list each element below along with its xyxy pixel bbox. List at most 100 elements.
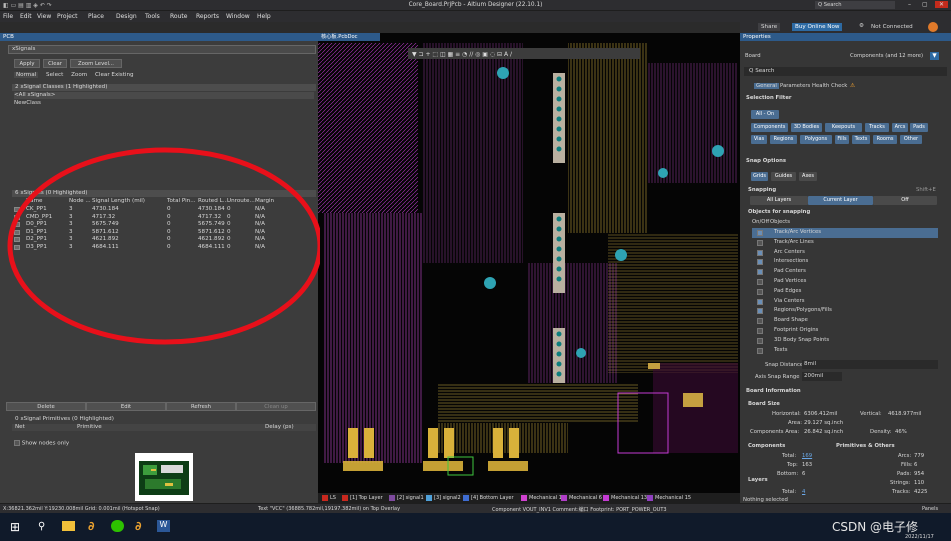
pcb-canvas[interactable]: ▼ ⊐ + ⬚ ◫ ▦ ≡ ◔ ∕∕ ◎ ▣ ◌ ⊟ A ∕: [318, 33, 740, 493]
menu-route[interactable]: Route: [170, 13, 187, 20]
snap-item[interactable]: Board Shape: [752, 316, 938, 326]
menu-edit[interactable]: Edit: [20, 13, 32, 20]
col-primitive[interactable]: Primitive: [77, 424, 102, 430]
components-filter-dropdown[interactable]: Components (and 12 more): [850, 53, 923, 59]
word-icon[interactable]: W: [157, 520, 170, 532]
snap-item[interactable]: Pad Edges: [752, 287, 938, 297]
minimize-icon[interactable]: –: [908, 1, 911, 8]
snap-off[interactable]: Off: [873, 196, 937, 205]
mode-select[interactable]: xSignals: [8, 45, 316, 54]
col-delay[interactable]: Delay (ps): [265, 424, 294, 430]
all-on-button[interactable]: All - On: [751, 110, 779, 119]
checkbox-box[interactable]: [14, 440, 20, 446]
wechat-icon[interactable]: [111, 520, 124, 532]
board-minimap[interactable]: [135, 453, 193, 501]
zoom-level-button[interactable]: Zoom Level...: [70, 59, 122, 68]
panels-button[interactable]: Panels: [922, 506, 938, 512]
filter-regions[interactable]: Regions: [770, 135, 797, 144]
snap-checkbox[interactable]: [757, 308, 763, 315]
tab-health-check[interactable]: Health Check: [812, 83, 847, 89]
properties-search[interactable]: Q Search: [744, 67, 947, 76]
snap-distance-input[interactable]: 8mil: [802, 360, 938, 369]
layers-total-link[interactable]: 4: [802, 489, 805, 495]
snap-checkbox[interactable]: [757, 288, 763, 295]
tab-parameters[interactable]: Parameters: [780, 83, 810, 89]
share-button[interactable]: Share: [758, 23, 781, 31]
filter-other[interactable]: Other: [900, 135, 922, 144]
snap-checkbox[interactable]: [757, 328, 763, 334]
snap-tab-guides[interactable]: Guides: [771, 172, 796, 181]
layer-tab[interactable]: Mechanical 6: [561, 494, 602, 502]
cleanup-button[interactable]: Clean up: [236, 402, 316, 411]
snap-checkbox[interactable]: [757, 249, 763, 256]
filter-icon[interactable]: ▼: [930, 52, 939, 60]
close-icon[interactable]: ✕: [935, 1, 949, 8]
menu-reports[interactable]: Reports: [196, 13, 219, 20]
menu-file[interactable]: File: [3, 13, 13, 20]
filter-vias[interactable]: Vias: [751, 135, 767, 144]
snap-all-layers[interactable]: All Layers: [750, 196, 808, 205]
snap-item[interactable]: Via Centers: [752, 297, 938, 307]
select-checkbox[interactable]: Select: [46, 72, 63, 78]
filter-fills[interactable]: Fills: [835, 135, 849, 144]
gear-icon[interactable]: ⚙: [859, 23, 864, 29]
pcb-layout-graphic[interactable]: ▼ ⊐ + ⬚ ◫ ▦ ≡ ◔ ∕∕ ◎ ▣ ◌ ⊟ A ∕: [318, 33, 740, 493]
zoom-checkbox[interactable]: Zoom: [71, 72, 87, 78]
snap-checkbox[interactable]: [757, 230, 763, 236]
layer-tab[interactable]: [4] Bottom Layer: [463, 494, 514, 502]
snap-tab-grids[interactable]: Grids: [751, 172, 768, 181]
snap-item[interactable]: Texts: [752, 346, 938, 356]
snap-checkbox[interactable]: [757, 269, 763, 276]
windows-start-icon[interactable]: ⊞: [10, 520, 20, 534]
apply-button[interactable]: Apply: [14, 59, 40, 68]
snap-checkbox[interactable]: [757, 239, 763, 246]
filter-pads[interactable]: Pads: [910, 123, 928, 132]
snap-checkbox[interactable]: [757, 337, 763, 344]
snap-item[interactable]: Footprint Origins: [752, 326, 938, 336]
snap-checkbox[interactable]: [757, 298, 763, 305]
filter-tracks[interactable]: Tracks: [865, 123, 889, 132]
tab-general[interactable]: General: [754, 83, 779, 89]
snap-item[interactable]: Regions/Polygons/Fills: [752, 306, 938, 316]
snap-current-layer[interactable]: Current Layer: [808, 196, 873, 205]
not-connected-status[interactable]: Not Connected: [871, 24, 913, 30]
layer-tab[interactable]: Mechanical 13: [603, 494, 647, 502]
layer-tab[interactable]: Mechanical 15: [647, 494, 691, 502]
buy-online-button[interactable]: Buy Online Now: [792, 23, 843, 31]
filter-arcs[interactable]: Arcs: [892, 123, 908, 132]
snap-item[interactable]: Track/Arc Vertices: [752, 228, 938, 238]
file-explorer-icon[interactable]: [62, 521, 75, 531]
menu-project[interactable]: Project: [57, 13, 78, 20]
filter-3d-bodies[interactable]: 3D Bodies: [791, 123, 822, 132]
menu-design[interactable]: Design: [116, 13, 137, 20]
menu-window[interactable]: Window: [226, 13, 250, 20]
col-net[interactable]: Net: [15, 424, 25, 430]
window-controls[interactable]: – ▢ ✕: [906, 1, 951, 10]
snap-options-header[interactable]: Snap Options: [746, 158, 786, 164]
normal-select[interactable]: Normal: [14, 72, 39, 78]
edit-button[interactable]: Edit: [86, 402, 166, 411]
menu-tools[interactable]: Tools: [145, 13, 160, 20]
layer-tab[interactable]: [2] signal1: [389, 494, 424, 502]
doc-tab[interactable]: 核心板.PcbDoc: [318, 33, 380, 41]
delete-button[interactable]: Delete: [6, 402, 86, 411]
altium-icon-2[interactable]: ∂: [135, 519, 142, 533]
refresh-button[interactable]: Refresh: [166, 402, 236, 411]
selection-filter-header[interactable]: Selection Filter: [746, 95, 792, 101]
user-icon[interactable]: [928, 22, 938, 32]
layer-tab[interactable]: LS: [322, 494, 336, 502]
filter-keepouts[interactable]: Keepouts: [825, 123, 862, 132]
snap-item[interactable]: 3D Body Snap Points: [752, 336, 938, 346]
snap-checkbox[interactable]: [757, 259, 763, 266]
class-newclass[interactable]: NewClass: [14, 100, 314, 107]
menu-help[interactable]: Help: [257, 13, 271, 20]
snap-item[interactable]: Intersections: [752, 257, 938, 267]
filter-rooms[interactable]: Rooms: [873, 135, 897, 144]
snap-checkbox[interactable]: [757, 318, 763, 325]
class-all-xsignals[interactable]: <All xSignals>: [14, 92, 314, 99]
snap-checkbox[interactable]: [757, 279, 763, 285]
snap-item[interactable]: Track/Arc Lines: [752, 238, 938, 248]
filter-texts[interactable]: Texts: [852, 135, 870, 144]
clear-existing-checkbox[interactable]: Clear Existing: [95, 72, 134, 78]
clear-button[interactable]: Clear: [43, 59, 67, 68]
